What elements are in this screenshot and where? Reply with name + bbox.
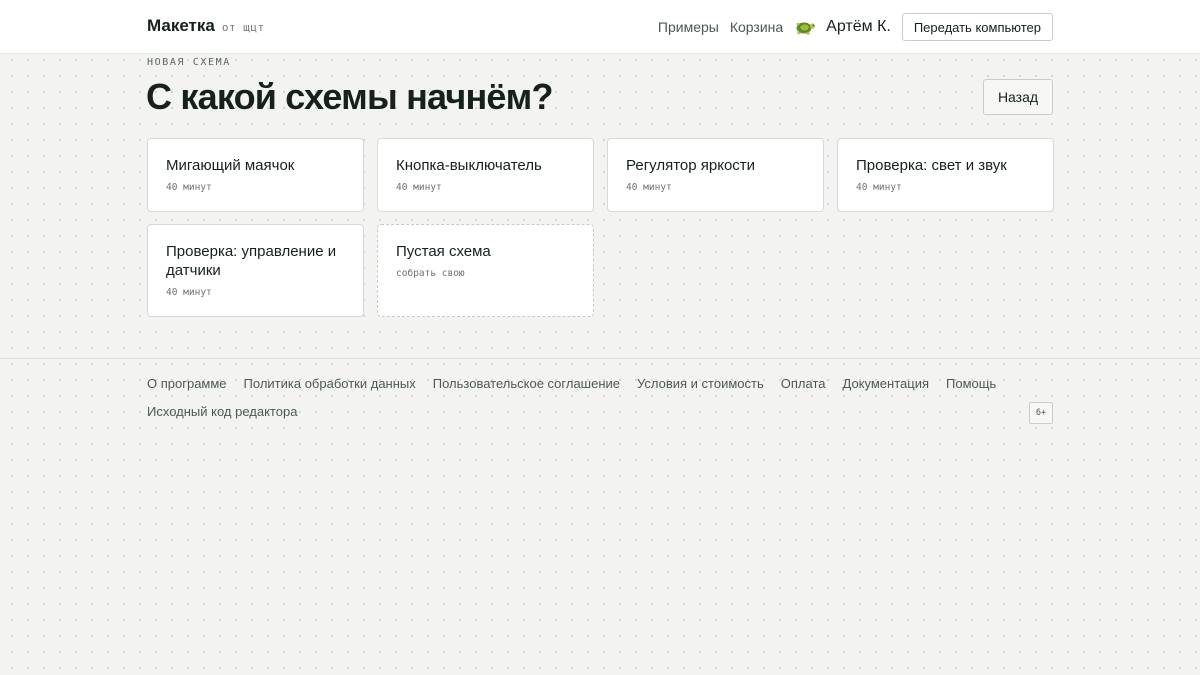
template-card-light-sound[interactable]: Проверка: свет и звук 40 минут: [837, 138, 1054, 212]
footer-secondary: Исходный код редактора: [147, 404, 314, 419]
footer-link-help[interactable]: Помощь: [946, 376, 996, 391]
age-rating-badge: 6+: [1029, 402, 1053, 424]
template-card-blink[interactable]: Мигающий маячок 40 минут: [147, 138, 364, 212]
footer-link-payment[interactable]: Оплата: [781, 376, 826, 391]
back-button[interactable]: Назад: [983, 79, 1053, 115]
card-title: Проверка: управление и датчики: [166, 243, 337, 279]
brand-subtitle: от щцт: [221, 21, 265, 34]
template-card-control-sensors[interactable]: Проверка: управление и датчики 40 минут: [147, 224, 364, 317]
turtle-icon[interactable]: [794, 16, 816, 38]
footer-link-docs[interactable]: Документация: [843, 376, 930, 391]
card-duration: 40 минут: [626, 182, 672, 193]
template-card-empty[interactable]: Пустая схема собрать свою: [377, 224, 594, 317]
footer-links: О программе Политика обработки данных По…: [147, 376, 1013, 391]
footer-link-pricing[interactable]: Условия и стоимость: [637, 376, 764, 391]
page-title: С какой схемы начнём?: [146, 76, 553, 117]
transfer-computer-button[interactable]: Передать компьютер: [901, 13, 1053, 41]
footer-link-terms[interactable]: Пользовательское соглашение: [433, 376, 620, 391]
brand[interactable]: Макетка от щцт: [147, 16, 265, 36]
card-duration: 40 минут: [396, 182, 442, 193]
template-card-brightness[interactable]: Регулятор яркости 40 минут: [607, 138, 824, 212]
card-subtitle: собрать свою: [396, 268, 465, 279]
card-duration: 40 минут: [166, 287, 212, 298]
nav-link-trash[interactable]: Корзина: [730, 19, 783, 35]
footer-link-about[interactable]: О программе: [147, 376, 227, 391]
card-title: Проверка: свет и звук: [856, 157, 1007, 174]
section-eyebrow: НОВАЯ СХЕМА: [147, 57, 231, 68]
card-title: Пустая схема: [396, 243, 491, 260]
footer-link-privacy[interactable]: Политика обработки данных: [244, 376, 416, 391]
nav-link-examples[interactable]: Примеры: [658, 19, 719, 35]
footer-divider: [0, 358, 1200, 359]
template-card-button[interactable]: Кнопка-выключатель 40 минут: [377, 138, 594, 212]
user-name[interactable]: Артём К.: [826, 18, 891, 36]
top-nav: Примеры Корзина Артём К. Передать компью…: [658, 13, 1053, 41]
card-title: Мигающий маячок: [166, 157, 295, 174]
card-duration: 40 минут: [166, 182, 212, 193]
footer-link-source[interactable]: Исходный код редактора: [147, 404, 297, 419]
card-title: Регулятор яркости: [626, 157, 756, 174]
card-duration: 40 минут: [856, 182, 902, 193]
card-title: Кнопка-выключатель: [396, 157, 542, 174]
brand-name: Макетка: [147, 16, 215, 35]
top-header: Макетка от щцт Примеры Корзина Артём К. …: [0, 0, 1200, 54]
